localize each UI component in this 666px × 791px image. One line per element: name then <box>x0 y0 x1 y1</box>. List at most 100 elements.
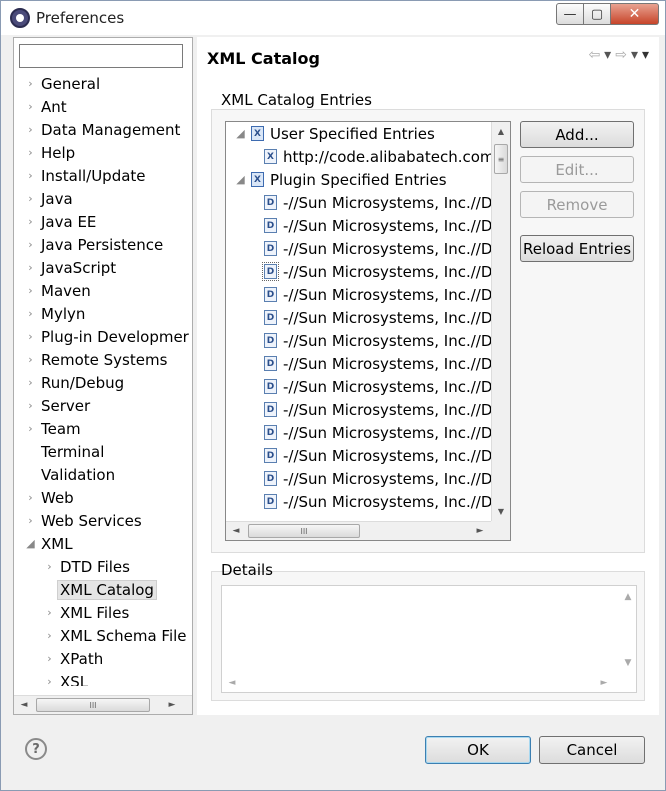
preference-tree-item[interactable]: ◢ XML <box>14 532 192 555</box>
collapsed-arrow-icon[interactable]: › <box>24 422 37 435</box>
cancel-button[interactable]: Cancel <box>539 736 645 764</box>
preference-tree-item[interactable]: › Data Management <box>14 118 192 141</box>
entries-horizontal-scrollbar[interactable]: ◄ III ► <box>226 521 492 540</box>
tree-horizontal-scrollbar[interactable]: ◄ III ► <box>14 695 192 714</box>
preference-tree-item[interactable]: › Remote Systems <box>14 348 192 371</box>
scroll-up-icon[interactable]: ▲ <box>493 122 509 140</box>
preference-tree-item[interactable]: Terminal <box>14 440 192 463</box>
preference-tree-item[interactable]: › JavaScript <box>14 256 192 279</box>
preference-tree-item[interactable]: › DTD Files <box>14 555 192 578</box>
expanded-arrow-icon[interactable]: ◢ <box>24 537 37 550</box>
collapsed-arrow-icon[interactable]: › <box>24 238 37 251</box>
back-arrow-icon[interactable]: ⇦ <box>588 47 600 63</box>
remove-button[interactable]: Remove <box>520 191 634 218</box>
collapsed-arrow-icon[interactable]: › <box>24 307 37 320</box>
catalog-category-row[interactable]: ◢ X Plugin Specified Entries <box>226 168 492 191</box>
preference-tree-item[interactable]: › XML Files <box>14 601 192 624</box>
catalog-entry-row[interactable]: D -//Sun Microsystems, Inc.//DTD <box>226 237 492 260</box>
preference-tree-item[interactable]: › Server <box>14 394 192 417</box>
catalog-entry-row[interactable]: D -//Sun Microsystems, Inc.//DTD <box>226 329 492 352</box>
entries-vertical-scrollbar[interactable]: ▲ ≡ ▼ <box>491 122 510 522</box>
catalog-entry-row[interactable]: D -//Sun Microsystems, Inc.//DTD <box>226 260 492 283</box>
title-bar[interactable]: Preferences — ▢ ✕ <box>1 1 665 35</box>
collapsed-arrow-icon[interactable]: › <box>43 560 56 573</box>
scroll-down-icon[interactable]: ▼ <box>493 502 509 520</box>
catalog-entry-row[interactable]: D -//Sun Microsystems, Inc.//DTD <box>226 398 492 421</box>
expanded-arrow-icon[interactable]: ◢ <box>234 127 247 140</box>
scroll-left-icon[interactable]: ◄ <box>224 674 240 692</box>
collapsed-arrow-icon[interactable]: › <box>24 261 37 274</box>
collapsed-arrow-icon[interactable]: › <box>24 376 37 389</box>
collapsed-arrow-icon[interactable]: › <box>24 491 37 504</box>
collapsed-arrow-icon[interactable]: › <box>24 192 37 205</box>
catalog-entry-row[interactable]: D -//Sun Microsystems, Inc.//DTD <box>226 444 492 467</box>
forward-menu-chevron-icon[interactable]: ▾ <box>631 47 638 63</box>
preference-tree-item[interactable]: › Team <box>14 417 192 440</box>
collapsed-arrow-icon[interactable]: › <box>24 284 37 297</box>
scroll-thumb[interactable]: III <box>36 698 150 712</box>
collapsed-arrow-icon[interactable]: › <box>24 123 37 136</box>
close-button[interactable]: ✕ <box>611 3 659 25</box>
scroll-down-icon[interactable]: ▼ <box>620 654 636 672</box>
ok-button[interactable]: OK <box>425 736 531 764</box>
collapsed-arrow-icon[interactable]: › <box>24 514 37 527</box>
scroll-right-icon[interactable]: ► <box>472 522 488 540</box>
minimize-button[interactable]: — <box>556 3 584 25</box>
collapsed-arrow-icon[interactable]: › <box>43 652 56 665</box>
maximize-button[interactable]: ▢ <box>584 3 611 25</box>
catalog-entry-row[interactable]: Xhttp://code.alibabatech.com/schema/dubb… <box>226 145 492 168</box>
back-menu-chevron-icon[interactable]: ▾ <box>604 47 611 63</box>
view-menu-chevron-icon[interactable]: ▾ <box>642 47 649 63</box>
catalog-entry-row[interactable]: D -//Sun Microsystems, Inc.//DTD <box>226 421 492 444</box>
preference-tree-item[interactable]: › Java EE <box>14 210 192 233</box>
scroll-left-icon[interactable]: ◄ <box>228 522 244 540</box>
scroll-right-icon[interactable]: ► <box>164 696 180 714</box>
scroll-left-icon[interactable]: ◄ <box>16 696 32 714</box>
collapsed-arrow-icon[interactable]: › <box>24 215 37 228</box>
add-button[interactable]: Add... <box>520 121 634 148</box>
catalog-entry-row[interactable]: D -//Sun Microsystems, Inc.//DTD <box>226 283 492 306</box>
collapsed-arrow-icon[interactable]: › <box>24 330 37 343</box>
catalog-entry-row[interactable]: D -//Sun Microsystems, Inc.//DTD <box>226 375 492 398</box>
preference-tree-item[interactable]: › Help <box>14 141 192 164</box>
catalog-entry-row[interactable]: D -//Sun Microsystems, Inc.//DTD <box>226 490 492 513</box>
preference-tree-item[interactable]: › Plug-in Developmer <box>14 325 192 348</box>
preference-tree-item[interactable]: › XPath <box>14 647 192 670</box>
preference-tree-item[interactable]: › Java <box>14 187 192 210</box>
preference-tree-item[interactable]: › Ant <box>14 95 192 118</box>
preference-tree-item[interactable]: › Maven <box>14 279 192 302</box>
catalog-category-row[interactable]: ◢ X User Specified Entries <box>226 122 492 145</box>
preference-tree-item[interactable]: › Java Persistence <box>14 233 192 256</box>
filter-input[interactable] <box>19 44 183 68</box>
collapsed-arrow-icon[interactable]: › <box>24 77 37 90</box>
preference-tree-item[interactable]: › Run/Debug <box>14 371 192 394</box>
catalog-entry-row[interactable]: D -//Sun Microsystems, Inc.//DTD <box>226 306 492 329</box>
preference-tree-item[interactable]: › General <box>14 72 192 95</box>
catalog-entry-row[interactable]: D -//Sun Microsystems, Inc.//DTD <box>226 191 492 214</box>
preference-tree-item[interactable]: › Install/Update <box>14 164 192 187</box>
preference-tree-item[interactable]: XML Catalog <box>14 578 192 601</box>
forward-arrow-icon[interactable]: ⇨ <box>615 47 627 63</box>
help-icon[interactable]: ? <box>25 738 47 760</box>
preference-tree-item[interactable]: › XML Schema File <box>14 624 192 647</box>
scroll-thumb[interactable]: III <box>248 524 360 538</box>
scroll-up-icon[interactable]: ▲ <box>620 588 636 606</box>
catalog-entry-row[interactable]: D -//Sun Microsystems, Inc.//DTD <box>226 467 492 490</box>
preference-tree-item[interactable]: › XSL <box>14 670 192 687</box>
collapsed-arrow-icon[interactable]: › <box>24 100 37 113</box>
collapsed-arrow-icon[interactable]: › <box>24 169 37 182</box>
catalog-entry-row[interactable]: D -//Sun Microsystems, Inc.//DTD <box>226 214 492 237</box>
collapsed-arrow-icon[interactable]: › <box>24 146 37 159</box>
details-text-area[interactable]: ▲ ▼ ◄ ► <box>221 585 637 693</box>
collapsed-arrow-icon[interactable]: › <box>43 629 56 642</box>
scroll-right-icon[interactable]: ► <box>596 674 612 692</box>
preference-tree-item[interactable]: › Web <box>14 486 192 509</box>
expanded-arrow-icon[interactable]: ◢ <box>234 173 247 186</box>
catalog-entry-row[interactable]: D -//Sun Microsystems, Inc.//DTD <box>226 352 492 375</box>
collapsed-arrow-icon[interactable]: › <box>43 606 56 619</box>
preference-tree-item[interactable]: › Mylyn <box>14 302 192 325</box>
collapsed-arrow-icon[interactable]: › <box>24 399 37 412</box>
preference-tree-item[interactable]: Validation <box>14 463 192 486</box>
reload-entries-button[interactable]: Reload Entries <box>520 235 634 262</box>
collapsed-arrow-icon[interactable]: › <box>24 353 37 366</box>
